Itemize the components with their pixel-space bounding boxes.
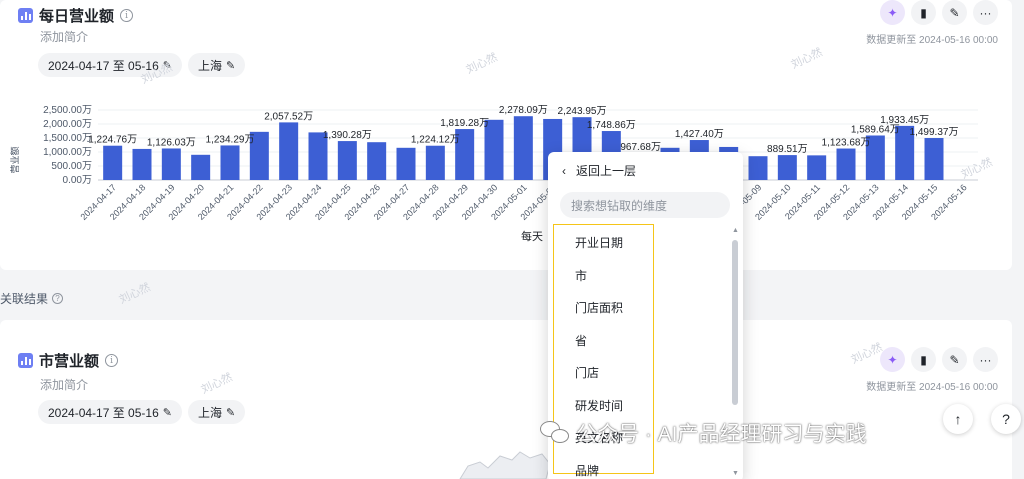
bar-2024-04-23[interactable] bbox=[279, 122, 299, 180]
bar-value-label: 2,278.09万 bbox=[499, 105, 548, 116]
bar-value-label: 1,390.28万 bbox=[323, 130, 372, 141]
sparkle-icon[interactable]: ✦ bbox=[880, 0, 905, 25]
pen-icon: ✎ bbox=[226, 59, 236, 72]
bar-value-label: 1,224.12万 bbox=[411, 135, 460, 146]
bar-value-label: 1,819.28万 bbox=[440, 118, 489, 129]
bar-2024-05-09[interactable] bbox=[748, 156, 768, 180]
dimension-option[interactable]: 研发时间 bbox=[575, 397, 623, 414]
bar-2024-04-27[interactable] bbox=[396, 147, 416, 180]
bar-value-label: 1,499.37万 bbox=[910, 127, 959, 138]
map-preview bbox=[459, 451, 551, 479]
bar-2024-04-25[interactable] bbox=[337, 141, 357, 180]
more-icon[interactable]: ··· bbox=[973, 0, 998, 25]
card-title: 市营业额 bbox=[39, 353, 100, 370]
arrow-up-icon[interactable]: ↑ bbox=[943, 404, 973, 434]
scroll-up-icon[interactable]: ▲ bbox=[732, 227, 739, 234]
info-icon[interactable]: i bbox=[105, 354, 119, 367]
card-toolbar: ✦ ▮ ✎ ··· bbox=[880, 0, 998, 25]
bar-value-label: 1,224.76万 bbox=[88, 135, 137, 146]
bar-2024-04-28[interactable] bbox=[425, 145, 445, 180]
bar-2024-05-12[interactable] bbox=[836, 148, 856, 180]
wechat-text: 公众号 · AI产品经理研习与实践 bbox=[576, 423, 867, 446]
y-tick-label: 500.00万 bbox=[51, 161, 92, 172]
back-label: 返回上一层 bbox=[576, 164, 637, 178]
more-icon[interactable]: ··· bbox=[973, 347, 998, 372]
question-icon[interactable]: ? bbox=[52, 293, 64, 304]
bar-value-label: 2,057.52万 bbox=[264, 111, 313, 122]
back-button[interactable]: ‹ 返回上一层 bbox=[562, 162, 636, 179]
bar-2024-04-21[interactable] bbox=[220, 145, 240, 180]
dimension-option[interactable]: 省 bbox=[575, 332, 587, 349]
bar-2024-04-19[interactable] bbox=[161, 148, 181, 180]
bar-chart-icon bbox=[18, 353, 33, 368]
question-icon[interactable]: ? bbox=[991, 404, 1021, 434]
bar-value-label: 1,126.03万 bbox=[147, 137, 196, 148]
y-axis-title: 营业额 bbox=[9, 146, 20, 173]
info-icon[interactable]: i bbox=[120, 9, 134, 22]
city-filter-chip[interactable]: 上海 ✎ bbox=[188, 53, 246, 77]
card-title-row: 市营业额 i bbox=[18, 350, 119, 371]
bar-value-label: 889.51万 bbox=[767, 144, 808, 155]
y-tick-label: 1,000.00万 bbox=[43, 147, 92, 158]
related-results-text: 关联结果 bbox=[0, 292, 49, 306]
pen-icon[interactable]: ✎ bbox=[942, 347, 967, 372]
city-filter-label: 上海 bbox=[198, 405, 223, 420]
y-tick-label: 2,500.00万 bbox=[43, 105, 92, 116]
bar-chart-icon[interactable]: ▮ bbox=[911, 0, 936, 25]
pen-icon: ✎ bbox=[162, 406, 172, 419]
dimension-option[interactable]: 门店 bbox=[575, 364, 599, 381]
bar-value-label: 1,234.29万 bbox=[206, 134, 255, 145]
bar-2024-05-11[interactable] bbox=[807, 155, 827, 180]
bar-2024-04-18[interactable] bbox=[132, 148, 152, 180]
scrollbar-thumb[interactable] bbox=[732, 240, 738, 405]
y-tick-label: 2,000.00万 bbox=[43, 119, 92, 130]
data-updated-time: 数据更新至 2024-05-16 00:00 bbox=[866, 35, 998, 46]
bar-2024-04-17[interactable] bbox=[103, 145, 123, 180]
y-tick-label: 1,500.00万 bbox=[43, 133, 92, 144]
bar-value-label: 2,243.95万 bbox=[558, 106, 607, 117]
bar-value-label: 1,123.68万 bbox=[822, 138, 871, 149]
bar-value-label: 1,933.45万 bbox=[880, 115, 929, 126]
dimension-option[interactable]: 品牌 bbox=[575, 462, 599, 479]
x-axis-title: 每天 bbox=[521, 229, 543, 243]
bar-2024-05-15[interactable] bbox=[924, 138, 944, 180]
search-placeholder: 搜索想钻取的维度 bbox=[571, 198, 668, 213]
data-updated-time: 数据更新至 2024-05-16 00:00 bbox=[866, 382, 998, 393]
dimension-option[interactable]: 门店面积 bbox=[575, 299, 623, 316]
daily-revenue-card: 每日营业额 i 添加简介 2024-04-17 至 05-16 ✎ 上海 ✎ ✦… bbox=[0, 0, 1012, 270]
card-subtitle[interactable]: 添加简介 bbox=[40, 28, 88, 45]
scroll-down-icon[interactable]: ▼ bbox=[732, 470, 739, 477]
card-subtitle[interactable]: 添加简介 bbox=[40, 376, 88, 393]
wechat-watermark: 公众号 · AI产品经理研习与实践 bbox=[540, 418, 867, 448]
bar-2024-04-26[interactable] bbox=[367, 142, 387, 180]
bar-2024-04-20[interactable] bbox=[191, 154, 211, 180]
card-toolbar: ✦ ▮ ✎ ··· bbox=[880, 347, 998, 372]
city-filter-label: 上海 bbox=[198, 58, 223, 73]
watermark: 刘心然 bbox=[117, 281, 153, 307]
bar-chart-icon bbox=[18, 8, 33, 23]
chevron-left-icon: ‹ bbox=[562, 163, 566, 178]
card-title: 每日营业额 bbox=[39, 8, 115, 25]
dimension-search-input[interactable]: 搜索想钻取的维度 bbox=[560, 192, 730, 218]
card-title-row: 每日营业额 i bbox=[18, 5, 134, 26]
bar-2024-05-01[interactable] bbox=[513, 116, 533, 180]
y-tick-label: 0.00万 bbox=[63, 175, 92, 186]
bar-value-label: 1,748.86万 bbox=[587, 120, 636, 131]
bar-chart-icon[interactable]: ▮ bbox=[911, 347, 936, 372]
date-range-label: 2024-04-17 至 05-16 bbox=[48, 405, 159, 420]
city-filter-chip[interactable]: 上海 ✎ bbox=[188, 400, 246, 424]
pen-icon: ✎ bbox=[226, 406, 236, 419]
bar-value-label: 1,427.40万 bbox=[675, 129, 724, 140]
bar-value-label: 1,589.64万 bbox=[851, 124, 900, 135]
dimension-option[interactable]: 开业日期 bbox=[575, 234, 623, 251]
bar-2024-05-10[interactable] bbox=[777, 155, 797, 180]
daily-revenue-bar-chart: 0.00万 500.00万 1,000.00万 1,500.00万 2,000.00万 2… bbox=[9, 105, 978, 243]
dimension-option[interactable]: 市 bbox=[575, 267, 587, 284]
date-range-chip[interactable]: 2024-04-17 至 05-16 ✎ bbox=[38, 400, 182, 424]
wechat-icon bbox=[540, 421, 570, 445]
related-results-label: 关联结果 ? bbox=[0, 290, 64, 307]
pen-icon[interactable]: ✎ bbox=[942, 0, 967, 25]
